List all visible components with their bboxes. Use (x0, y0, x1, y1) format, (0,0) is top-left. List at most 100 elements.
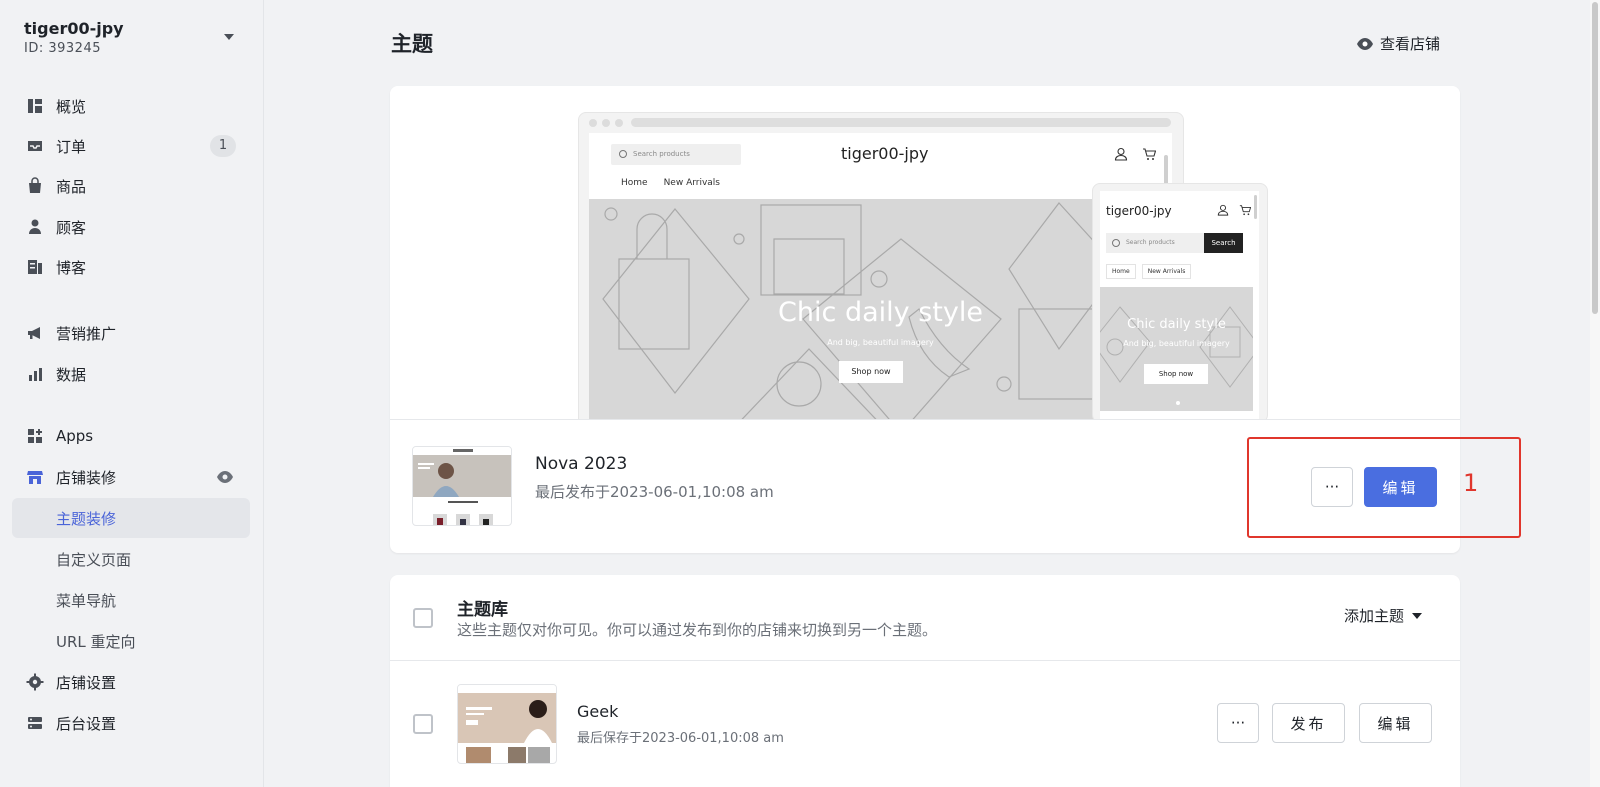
sidebar-item-store-settings[interactable]: 店铺设置 (12, 662, 250, 702)
mobile-hero-subtitle: And big, beautiful imagery (1123, 339, 1230, 348)
sidebar-item-label: 博客 (56, 258, 87, 277)
address-bar (631, 118, 1171, 127)
add-theme-label: 添加主题 (1343, 607, 1404, 625)
sidebar-item-customers[interactable]: 顾客 (12, 207, 250, 247)
divider (390, 660, 1460, 661)
desktop-nav: Home New Arrivals (621, 178, 720, 188)
sidebar-item-label: 数据 (56, 365, 87, 384)
blog-icon (26, 258, 44, 276)
mobile-scrollbar (1254, 195, 1257, 219)
sidebar-item-label: Apps (56, 427, 94, 445)
mobile-hero: Chic daily style And big, beautiful imag… (1100, 287, 1253, 411)
select-all-checkbox[interactable] (413, 608, 433, 628)
dashboard-icon (26, 97, 44, 115)
theme-thumbnail-image (413, 447, 511, 525)
current-theme-meta: 最后发布于2023-06-01,10:08 am (535, 483, 774, 501)
more-icon: ··· (1230, 714, 1246, 732)
annotation-highlight (1247, 437, 1521, 538)
sidebar-item-orders[interactable]: 订单 1 (12, 126, 250, 166)
mobile-nav-home: Home (1106, 264, 1136, 279)
bar-chart-icon (26, 365, 44, 383)
sidebar-item-online-store[interactable]: 店铺装修 (12, 457, 250, 497)
theme-library-card: 主题库 这些主题仅对你可见。你可以通过发布到你的店铺来切换到另一个主题。 添加主… (390, 575, 1460, 787)
mobile-page: tiger00-jpy Search products Search Home … (1100, 191, 1259, 419)
sidebar-item-blog[interactable]: 博客 (12, 247, 250, 287)
annotation-number: 1 (1463, 469, 1479, 497)
mobile-search: Search products (1106, 233, 1204, 253)
geek-theme-meta: 最后保存于2023-06-01,10:08 am (577, 731, 784, 746)
geek-more-button[interactable]: ··· (1217, 703, 1259, 743)
page-title: 主题 (391, 32, 433, 56)
sidebar-item-marketing[interactable]: 营销推广 (12, 313, 250, 353)
mobile-hero-title: Chic daily style (1127, 317, 1226, 332)
sidebar-item-label: 营销推广 (56, 324, 117, 343)
carousel-dot (1176, 401, 1180, 405)
sidebar-item-label: 店铺设置 (56, 673, 117, 692)
geek-theme-thumbnail (457, 684, 557, 764)
store-name: tiger00-jpy (24, 19, 124, 38)
inbox-icon (26, 137, 44, 155)
sidebar-subitem-url-redirect[interactable]: URL 重定向 (12, 621, 250, 661)
current-theme-name: Nova 2023 (535, 454, 628, 474)
window-dots (589, 119, 623, 127)
current-theme-thumbnail (412, 446, 512, 526)
sidebar-item-admin-settings[interactable]: 后台设置 (12, 703, 250, 743)
desktop-search: Search products (611, 144, 741, 165)
view-store-link[interactable]: 查看店铺 (1356, 33, 1440, 54)
store-switcher[interactable]: tiger00-jpy ID: 393245 (24, 18, 240, 62)
eye-icon[interactable] (216, 469, 234, 488)
mobile-nav-new-arrivals: New Arrivals (1141, 264, 1192, 279)
sidebar-item-label: 概览 (56, 97, 87, 116)
order-count-badge: 1 (210, 135, 236, 157)
mobile-preview: tiger00-jpy Search products Search Home … (1092, 183, 1268, 419)
sidebar-item-label: 后台设置 (56, 714, 117, 733)
desktop-hero: Chic daily style And big, beautiful imag… (589, 199, 1172, 419)
theme-row-checkbox[interactable] (413, 714, 433, 734)
mobile-header-icons (1217, 204, 1251, 216)
sidebar-item-label: 顾客 (56, 218, 87, 237)
desktop-hero-title: Chic daily style (778, 297, 983, 328)
desktop-header-icons (1114, 147, 1156, 161)
mobile-logo: tiger00-jpy (1106, 204, 1172, 218)
eye-icon (1357, 37, 1373, 50)
scrollbar-thumb[interactable] (1592, 2, 1598, 314)
cart-icon (1143, 148, 1156, 160)
chevron-down-icon (224, 34, 234, 40)
sidebar-item-products[interactable]: 商品 (12, 166, 250, 206)
sidebar-item-analytics[interactable]: 数据 (12, 354, 250, 394)
server-icon (26, 714, 44, 732)
apps-icon (26, 427, 44, 445)
geek-edit-button[interactable]: 编辑 (1359, 703, 1432, 743)
account-icon (1114, 147, 1128, 161)
desktop-shop-now-button: Shop now (839, 361, 903, 383)
geek-publish-button[interactable]: 发布 (1272, 703, 1345, 743)
desktop-logo: tiger00-jpy (841, 144, 929, 163)
sidebar-subitem-themes[interactable]: 主题装修 (12, 498, 250, 538)
sidebar-item-label: 店铺装修 (56, 468, 117, 487)
sidebar-subitem-custom-pages[interactable]: 自定义页面 (12, 539, 250, 579)
cart-icon (1239, 205, 1251, 216)
library-title: 主题库 (457, 600, 508, 620)
gear-icon (26, 673, 44, 691)
sidebar-item-overview[interactable]: 概览 (12, 86, 250, 126)
mobile-shop-now-button: Shop now (1144, 364, 1208, 384)
hero-illustration (1100, 306, 1253, 388)
theme-thumbnail-image (458, 685, 556, 763)
caret-down-icon (1412, 612, 1422, 619)
desktop-page: Search products tiger00-jpy Home New Arr… (589, 133, 1172, 419)
desktop-nav-new-arrivals: New Arrivals (663, 178, 720, 188)
sidebar-item-apps[interactable]: Apps (12, 416, 250, 456)
account-icon (1217, 204, 1229, 216)
sidebar: tiger00-jpy ID: 393245 概览 订单 1 商品 顾客 博客 … (0, 0, 264, 787)
megaphone-icon (26, 324, 44, 342)
mobile-nav: Home New Arrivals (1106, 264, 1192, 279)
person-icon (26, 218, 44, 236)
desktop-hero-subtitle: And big, beautiful imagery (827, 338, 934, 347)
geek-theme-name: Geek (577, 702, 619, 721)
library-description: 这些主题仅对你可见。你可以通过发布到你的店铺来切换到另一个主题。 (457, 621, 938, 639)
sidebar-subitem-menu-navigation[interactable]: 菜单导航 (12, 580, 250, 620)
page-scrollbar[interactable] (1590, 0, 1600, 787)
view-store-label: 查看店铺 (1380, 35, 1441, 53)
add-theme-dropdown[interactable]: 添加主题 (1344, 605, 1422, 626)
store-icon (26, 468, 44, 486)
